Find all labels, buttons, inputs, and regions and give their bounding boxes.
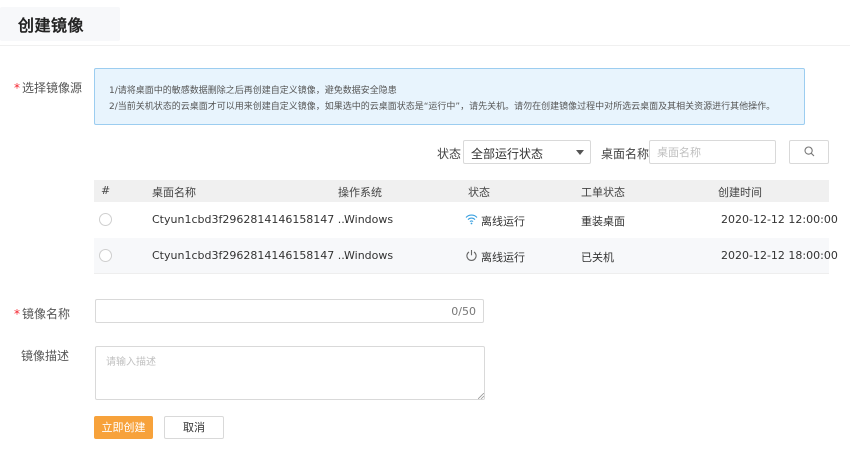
row-radio[interactable]	[99, 213, 112, 226]
col-index: #	[101, 184, 111, 197]
cell-desktop-name: Ctyun1cbd3f2962814146158147 ...	[152, 213, 349, 226]
required-mark: *	[14, 81, 20, 95]
table-header: # 桌面名称 操作系统 状态 工单状态 创建时间	[94, 180, 829, 202]
status-filter-label: 状态	[437, 147, 462, 161]
status-select-value: 全部运行状态	[471, 147, 544, 161]
col-status: 状态	[468, 186, 490, 199]
search-icon	[804, 146, 815, 157]
cell-desktop-name: Ctyun1cbd3f2962814146158147 ...	[152, 249, 349, 262]
cell-ticket-status: 重装桌面	[581, 215, 625, 228]
desktop-name-input[interactable]	[649, 140, 776, 164]
notice-line-1: 1/请将桌面中的敏感数据删除之后再创建自定义镜像，避免数据安全隐患	[109, 86, 397, 96]
cell-status: 离线运行	[481, 215, 525, 228]
search-button[interactable]	[789, 140, 829, 164]
chevron-down-icon	[576, 150, 584, 155]
status-select[interactable]: 全部运行状态	[463, 140, 591, 164]
image-name-label-text: 镜像名称	[22, 307, 71, 321]
col-os: 操作系统	[338, 186, 382, 199]
page-title: 创建镜像	[18, 16, 85, 35]
create-button[interactable]: 立即创建	[94, 416, 153, 439]
cell-created-time: 2020-12-12 18:00:00	[721, 249, 838, 262]
header-divider	[0, 45, 850, 46]
notice-line-2: 2/当前关机状态的云桌面才可以用来创建自定义镜像，如果选中的云桌面状态是“运行中…	[109, 102, 776, 112]
row-radio[interactable]	[99, 249, 112, 262]
cell-status: 离线运行	[481, 251, 525, 264]
create-image-page: 创建镜像 * 选择镜像源 1/请将桌面中的敏感数据删除之后再创建自定义镜像，避免数…	[0, 0, 850, 466]
required-mark: *	[14, 307, 20, 321]
cell-os: Windows	[344, 249, 394, 262]
description-textarea[interactable]	[95, 346, 485, 400]
col-desktop-name: 桌面名称	[152, 186, 196, 199]
table-row[interactable]: Ctyun1cbd3f2962814146158147 ... Windows …	[94, 238, 838, 274]
cell-ticket-status: 已关机	[581, 251, 614, 264]
col-ticket-status: 工单状态	[581, 186, 625, 199]
char-counter: 0/50	[451, 305, 476, 318]
image-source-label-text: 选择镜像源	[22, 81, 83, 95]
resize-grip-icon[interactable]	[478, 393, 484, 399]
image-name-field[interactable]: 0/50	[95, 299, 484, 323]
notice-box: 1/请将桌面中的敏感数据删除之后再创建自定义镜像，避免数据安全隐患 2/当前关机…	[94, 68, 805, 125]
cell-os: Windows	[344, 213, 394, 226]
wifi-icon	[465, 214, 478, 225]
cancel-button[interactable]: 取消	[164, 416, 224, 439]
table-row[interactable]: Ctyun1cbd3f2962814146158147 ... Windows …	[94, 202, 838, 238]
image-name-label: * 镜像名称	[14, 305, 70, 322]
image-source-label: * 选择镜像源	[14, 79, 82, 96]
image-desc-label: 镜像描述	[21, 349, 70, 363]
cell-created-time: 2020-12-12 12:00:00	[721, 213, 838, 226]
col-created-time: 创建时间	[718, 186, 762, 199]
desktop-name-filter-label: 桌面名称	[601, 147, 650, 161]
power-icon	[466, 250, 477, 262]
